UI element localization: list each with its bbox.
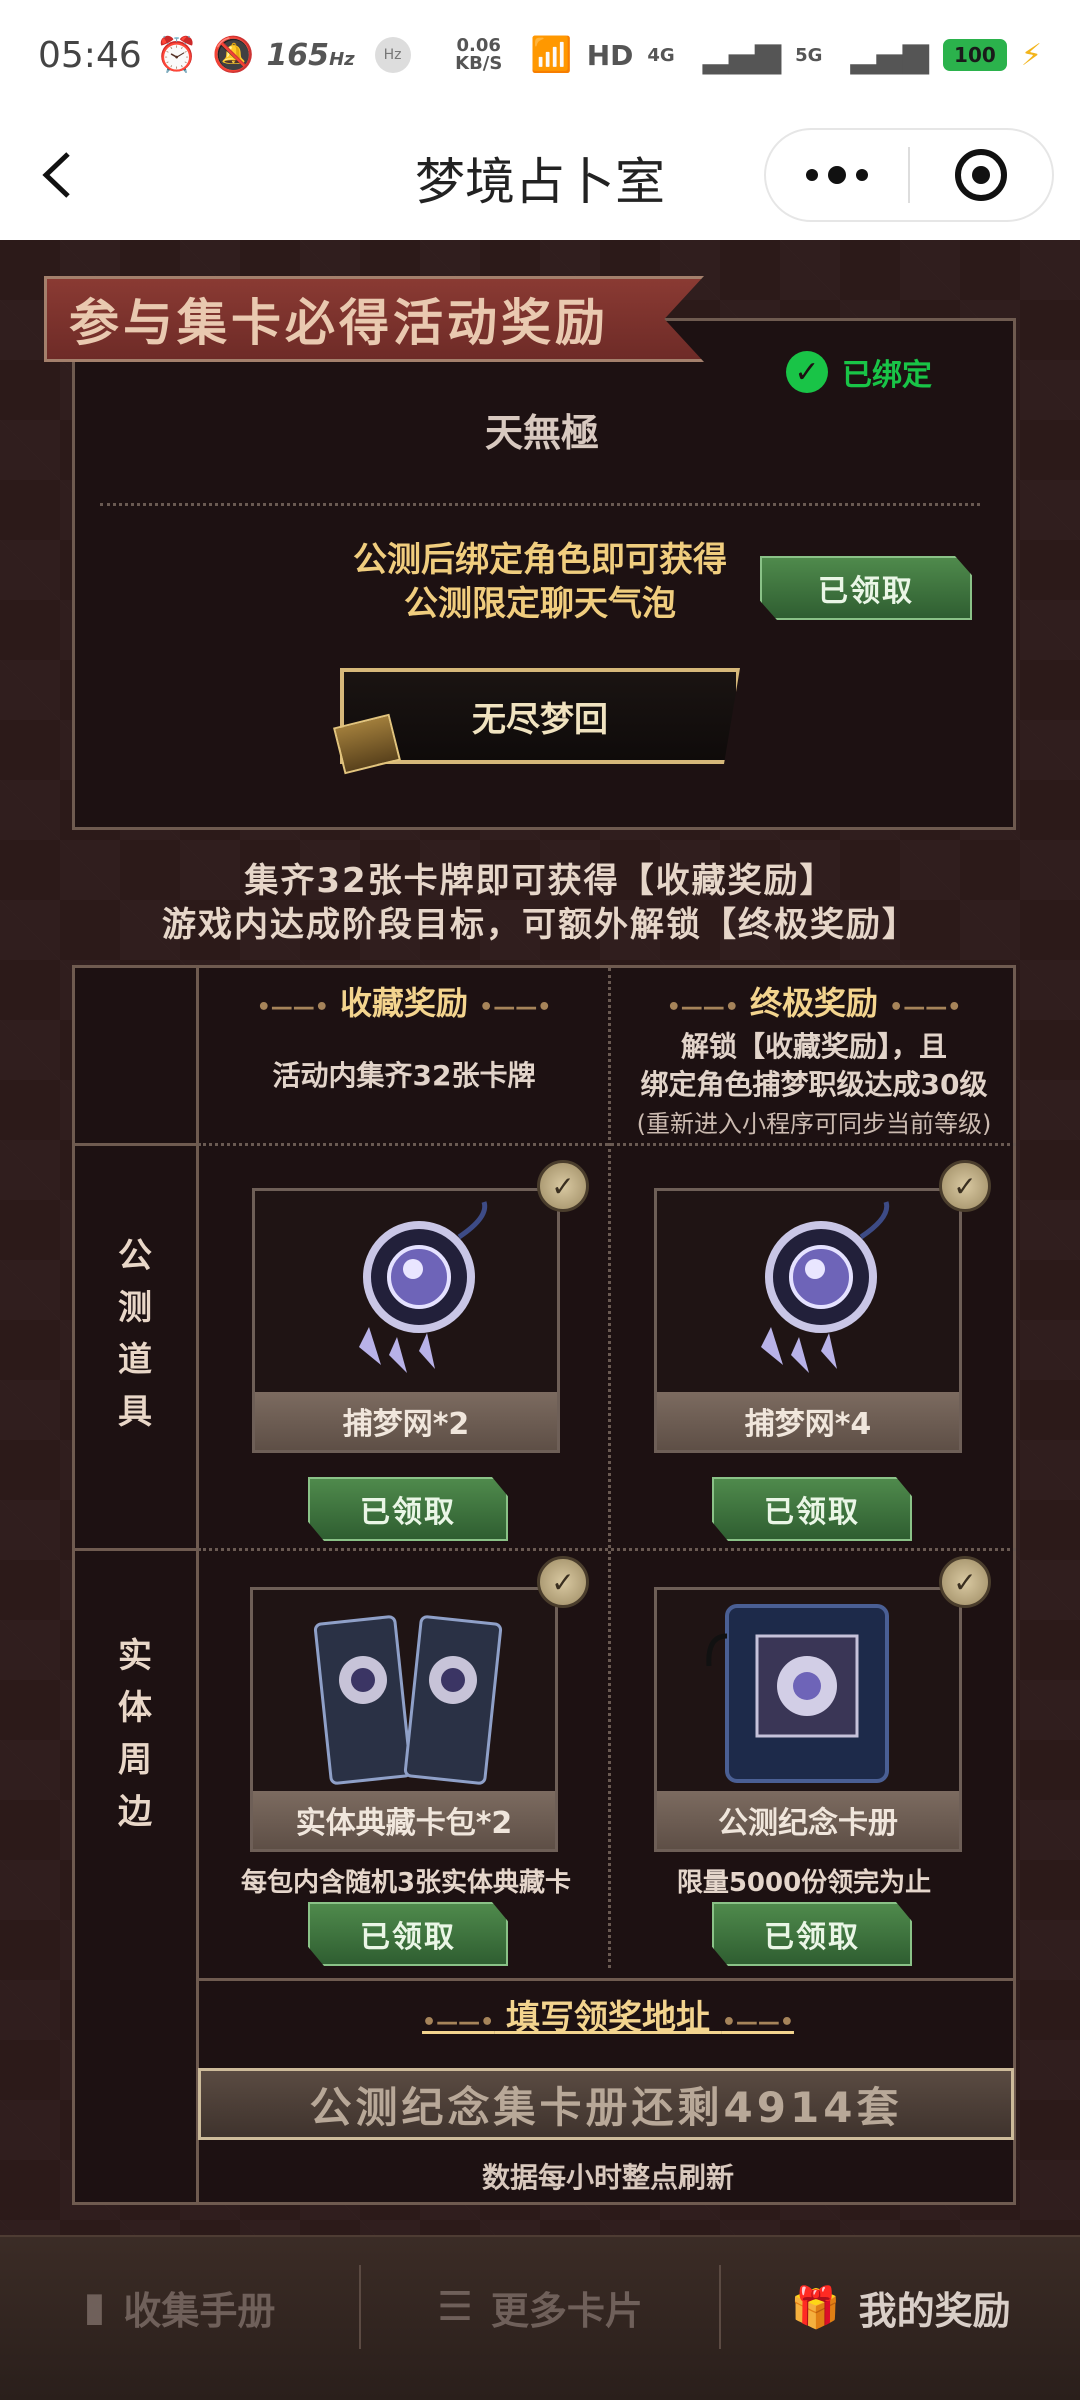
network-4g: 4G	[647, 44, 675, 66]
tab-more-cards[interactable]: ☰ 更多卡片	[361, 2237, 720, 2377]
battery-indicator: 100	[942, 39, 1007, 71]
alarm-icon: ⏰	[155, 35, 199, 75]
reward-name: 捕梦网*4	[657, 1392, 959, 1450]
reward-card-dreamcatcher-2: 捕梦网*2	[252, 1188, 560, 1453]
card-pack-icon	[313, 1615, 503, 1785]
signal-icon: ▂▄▆	[850, 35, 929, 75]
table-divider	[196, 965, 199, 2205]
dreamcatcher-icon	[761, 1201, 890, 1373]
reward-name: 公测纪念卡册	[657, 1791, 959, 1849]
reward-desc: 限量5000份领完为止	[676, 1868, 932, 1898]
book-icon: ▮	[83, 2284, 106, 2330]
mute-icon: 🔕	[212, 35, 255, 75]
ultimate-reward-title: •——• 终极奖励 •——•	[666, 984, 962, 1022]
table-divider	[198, 1978, 1016, 1981]
row-label-physical-items: 实 体 周 边	[118, 1636, 152, 1832]
row-label-game-items: 公 测 道 具	[118, 1236, 152, 1432]
refresh-note: 数据每小时整点刷新	[481, 2161, 734, 2194]
info-line-1: 集齐32张卡牌即可获得【收藏奖励】	[244, 861, 836, 901]
status-time: 05:46	[38, 34, 142, 76]
chat-bubble-preview: 无尽梦回	[340, 668, 740, 764]
claimed-button[interactable]: 已领取	[308, 1477, 508, 1541]
reward-card-card-album: 公测纪念卡册	[654, 1587, 962, 1852]
claimed-button-bubble[interactable]: 已领取	[760, 556, 972, 620]
bottom-tab-bar: ▮ 收集手册 ☰ 更多卡片 🎁 我的奖励	[0, 2235, 1080, 2400]
collected-check-icon: ✓	[939, 1556, 991, 1608]
info-line-2: 游戏内达成阶段目标，可额外解锁【终极奖励】	[162, 905, 918, 945]
claimed-button[interactable]: 已领取	[712, 1902, 912, 1966]
bound-status: ✓ 已绑定	[786, 350, 932, 394]
charging-icon: ⚡	[1020, 37, 1042, 73]
collected-check-icon: ✓	[537, 1160, 589, 1212]
table-divider	[198, 1143, 1016, 1146]
table-divider	[608, 968, 611, 1968]
collected-check-icon: ✓	[537, 1556, 589, 1608]
more-icon[interactable]	[766, 166, 908, 184]
hd-label: HD	[586, 38, 634, 72]
reward-card-dreamcatcher-4: 捕梦网*4	[654, 1188, 962, 1453]
table-divider	[72, 1143, 198, 1146]
table-divider	[198, 1548, 1016, 1551]
miniprogram-close-icon[interactable]	[910, 149, 1052, 201]
ornament-right: •——•	[721, 2010, 794, 2035]
dreamcatcher-icon	[359, 1201, 488, 1373]
status-bar: 05:46 ⏰ 🔕 165Hz Hz 0.06 KB/S 📶 HD 4G ▂▄▆…	[0, 0, 1080, 110]
refresh-rate: 165Hz	[266, 37, 355, 73]
wifi-icon: 📶	[530, 35, 573, 75]
list-icon: ☰	[437, 2284, 473, 2330]
gift-icon: 🎁	[790, 2284, 841, 2331]
collected-check-icon: ✓	[939, 1160, 991, 1212]
reward-name: 捕梦网*2	[255, 1392, 557, 1450]
miniprogram-capsule	[764, 128, 1054, 222]
claimed-button[interactable]: 已领取	[308, 1902, 508, 1966]
tab-collection-manual[interactable]: ▮ 收集手册	[0, 2237, 359, 2377]
card-album-icon	[706, 1604, 889, 1783]
nav-bar: 梦境占卜室	[0, 110, 1080, 240]
tab-my-rewards[interactable]: 🎁 我的奖励	[721, 2237, 1080, 2377]
reward-desc: 每包内含随机3张实体典藏卡	[240, 1868, 572, 1898]
network-speed: 0.06 KB/S	[455, 35, 503, 74]
reward-card-card-pack: 实体典藏卡包*2	[250, 1587, 558, 1852]
table-divider	[72, 1548, 198, 1551]
claimed-button[interactable]: 已领取	[712, 1477, 912, 1541]
bind-reward-text: 公测后绑定角色即可获得 公测限定聊天气泡	[353, 540, 727, 624]
hz-badge: Hz	[374, 37, 411, 73]
ultimate-reward-desc: 解锁【收藏奖励】，且 绑定角色捕梦职级达成30级	[640, 1030, 988, 1101]
ornament-left: •——•	[422, 2010, 495, 2035]
remaining-stock-banner: 公测纪念集卡册还剩4914套	[198, 2068, 1014, 2140]
participate-banner: 参与集卡必得活动奖励	[44, 276, 704, 362]
collect-reward-title: •——• 收藏奖励 •——•	[256, 984, 552, 1022]
fill-address-link[interactable]: •——• 填写领奖地址 •——•	[200, 1990, 1016, 2039]
ultimate-reward-note: (重新进入小程序可同步当前等级)	[636, 1110, 992, 1138]
network-5g: 5G	[795, 44, 823, 66]
reward-name: 实体典藏卡包*2	[253, 1791, 555, 1849]
collect-reward-desc: 活动内集齐32张卡牌	[272, 1059, 536, 1092]
divider	[100, 503, 980, 506]
character-name: 天無極	[484, 411, 599, 455]
signal-icon: ▂▄▆	[702, 35, 782, 75]
check-circle-icon: ✓	[786, 351, 828, 393]
